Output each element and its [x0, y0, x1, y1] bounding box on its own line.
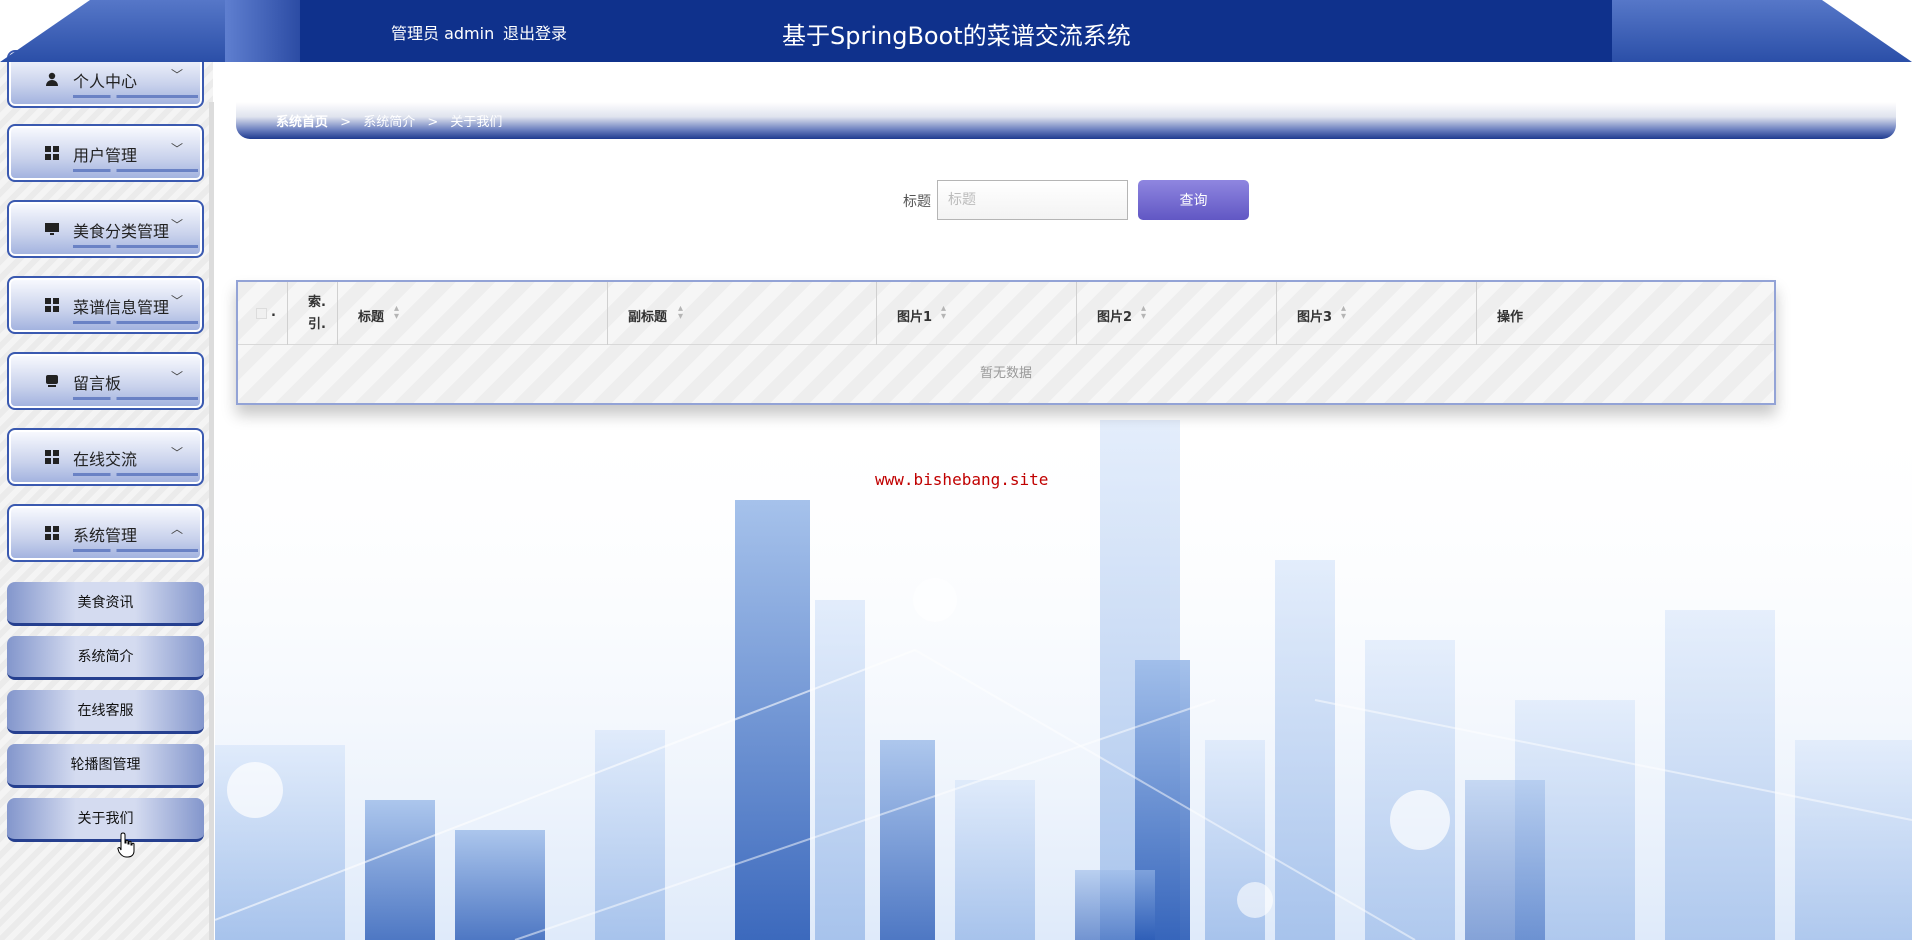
column-header-image3[interactable]: 图片3 ▴ ▾	[1277, 282, 1477, 345]
chevron-down-icon: ﹀	[171, 142, 184, 156]
chevron-down-icon: ﹀	[171, 446, 184, 460]
sidebar: 个人中心 ﹀ 用户管理 ﹀ 美食分类管理 ﹀ 菜谱信息管理 ﹀ 留言板 ﹀ 在线…	[0, 50, 214, 940]
logout-link[interactable]: 退出登录	[503, 20, 567, 44]
index-header-label: 索. 引.	[308, 295, 326, 332]
breadcrumb: 系统首页 > 系统简介 > 关于我们	[236, 102, 1896, 139]
menu-decoration	[73, 397, 198, 400]
chevron-down-icon: ﹀	[171, 218, 184, 232]
menu-decoration	[73, 95, 198, 98]
column-label: 操作	[1497, 310, 1524, 325]
breadcrumb-home[interactable]: 系统首页	[276, 115, 328, 130]
column-label: 图片2	[1097, 310, 1133, 325]
submenu-system-intro[interactable]: 系统简介	[7, 636, 204, 680]
menu-food-category-management[interactable]: 美食分类管理 ﹀	[7, 200, 204, 258]
search-label: 标题	[903, 194, 931, 210]
city-skyline-background	[215, 400, 1912, 940]
column-label: 图片1	[897, 310, 933, 325]
chevron-down-icon: ﹀	[171, 370, 184, 384]
menu-label: 美食分类管理	[73, 222, 170, 241]
column-label: 标题	[358, 310, 385, 325]
column-header-image1[interactable]: 图片1 ▴ ▾	[877, 282, 1077, 345]
menu-recipe-management[interactable]: 菜谱信息管理 ﹀	[7, 276, 204, 334]
chevron-down-icon: ﹀	[171, 294, 184, 308]
current-user: 管理员 admin	[391, 24, 495, 43]
menu-message-board[interactable]: 留言板 ﹀	[7, 352, 204, 410]
menu-label: 个人中心	[73, 72, 138, 91]
header-right-wing	[1612, 0, 1912, 62]
sort-icon[interactable]: ▴ ▾	[941, 304, 946, 322]
menu-label: 在线交流	[73, 450, 138, 469]
select-all-header: .	[238, 282, 288, 345]
grid-icon	[45, 526, 59, 540]
system-title: 基于SpringBoot的菜谱交流系统	[782, 22, 1131, 50]
submenu-online-service[interactable]: 在线客服	[7, 690, 204, 734]
data-table: . 索. 引. 标题 ▴ ▾ 副标题 ▴ ▾ 图片1 ▴ ▾ 图片2 ▴ ▾ 图片3 ▴…	[236, 280, 1776, 405]
table-header: . 索. 引. 标题 ▴ ▾ 副标题 ▴ ▾ 图片1 ▴ ▾ 图片2 ▴ ▾ 图片3 ▴…	[238, 282, 1774, 345]
submenu-about-us[interactable]: 关于我们	[7, 798, 204, 842]
sort-icon[interactable]: ▴ ▾	[394, 304, 399, 322]
column-header-actions: 操作	[1477, 282, 1774, 345]
menu-decoration	[73, 473, 198, 476]
menu-label: 系统管理	[73, 526, 138, 545]
empty-state: 暂无数据	[979, 366, 1032, 381]
top-header: 管理员 admin 退出登录 基于SpringBoot的菜谱交流系统	[0, 0, 1912, 62]
chat-icon	[46, 375, 58, 387]
check-header-suffix: .	[271, 305, 276, 320]
query-button[interactable]: 查询	[1138, 180, 1249, 220]
sidebar-scrollbar[interactable]	[209, 102, 214, 940]
select-all-checkbox[interactable]	[256, 308, 267, 319]
breadcrumb-separator: >	[427, 115, 439, 130]
breadcrumb-trail: 系统首页 > 系统简介 > 关于我们	[276, 111, 510, 130]
user-icon	[46, 72, 58, 86]
menu-user-management[interactable]: 用户管理 ﹀	[7, 124, 204, 182]
sort-icon[interactable]: ▴ ▾	[1341, 304, 1346, 322]
menu-label: 菜谱信息管理	[73, 298, 170, 317]
menu-decoration	[73, 245, 198, 248]
column-header-image2[interactable]: 图片2 ▴ ▾	[1077, 282, 1277, 345]
grid-icon	[45, 146, 59, 160]
index-header: 索. 引.	[288, 282, 338, 345]
monitor-icon	[45, 223, 59, 235]
menu-label: 用户管理	[73, 146, 138, 165]
grid-icon	[45, 298, 59, 312]
submenu-carousel-management[interactable]: 轮播图管理	[7, 744, 204, 788]
skyline-illustration	[215, 400, 1912, 940]
menu-system-management[interactable]: 系统管理 ︿	[7, 504, 204, 562]
menu-online-exchange[interactable]: 在线交流 ﹀	[7, 428, 204, 486]
breadcrumb-separator: >	[340, 115, 352, 130]
column-header-subtitle[interactable]: 副标题 ▴ ▾	[608, 282, 877, 345]
column-label: 副标题	[628, 310, 668, 325]
submenu-food-news[interactable]: 美食资讯	[7, 582, 204, 626]
menu-label: 留言板	[73, 374, 122, 393]
site-watermark: www.bishebang.site	[875, 470, 1049, 489]
column-label: 图片3	[1297, 310, 1333, 325]
hand-cursor-icon	[117, 832, 135, 858]
breadcrumb-level1[interactable]: 系统简介	[363, 115, 415, 130]
menu-decoration	[73, 549, 198, 552]
grid-icon	[45, 450, 59, 464]
chevron-down-icon: ﹀	[171, 68, 184, 82]
header-left-wing-panel	[225, 0, 300, 62]
column-header-title[interactable]: 标题 ▴ ▾	[338, 282, 608, 345]
breadcrumb-level2: 关于我们	[450, 115, 503, 130]
chevron-up-icon: ︿	[171, 522, 184, 536]
sort-icon[interactable]: ▴ ▾	[678, 304, 683, 322]
sort-icon[interactable]: ▴ ▾	[1141, 304, 1146, 322]
menu-decoration	[73, 169, 198, 172]
menu-decoration	[73, 321, 198, 324]
title-search-input[interactable]	[937, 180, 1128, 220]
